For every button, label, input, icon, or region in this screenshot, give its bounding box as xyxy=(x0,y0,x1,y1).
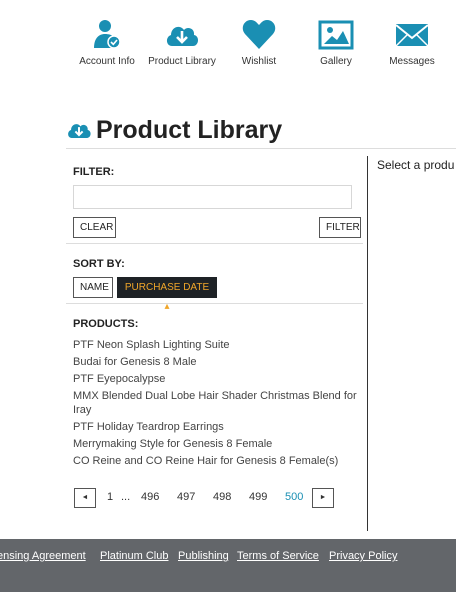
section-divider xyxy=(66,303,363,304)
nav-gallery[interactable]: Gallery xyxy=(296,18,376,67)
footer-link-licensing[interactable]: ensing Agreement xyxy=(0,550,86,562)
footer-link-terms[interactable]: Terms of Service xyxy=(237,550,319,562)
page-link[interactable]: 498 xyxy=(213,491,231,503)
page-link[interactable]: 496 xyxy=(141,491,159,503)
pagination: ◄ 1 ... 496 497 498 499 500 ► xyxy=(74,488,364,510)
nav-messages[interactable]: Messages xyxy=(372,18,452,67)
top-nav: Account Info Product Library Wishlist Ga… xyxy=(70,0,450,80)
nav-product-library[interactable]: Product Library xyxy=(142,18,222,67)
clear-button[interactable]: CLEAR xyxy=(73,217,116,238)
footer-link-privacy[interactable]: Privacy Policy xyxy=(329,550,397,562)
heart-icon xyxy=(242,20,276,49)
panel-divider xyxy=(367,156,368,531)
page-link[interactable]: 1 xyxy=(107,491,113,503)
cloud-download-icon xyxy=(68,124,91,138)
cloud-download-icon xyxy=(166,26,199,46)
footer-link-platinum-club[interactable]: Platinum Club xyxy=(100,550,168,562)
sort-label: SORT BY: xyxy=(73,258,125,270)
product-item[interactable]: Budai for Genesis 8 Male xyxy=(73,355,358,369)
product-item[interactable]: PTF Neon Splash Lighting Suite xyxy=(73,338,358,352)
product-item[interactable]: CO Reine and CO Reine Hair for Genesis 8… xyxy=(73,454,358,468)
account-user-icon xyxy=(94,20,121,49)
nav-account-info[interactable]: Account Info xyxy=(67,18,147,67)
nav-label: Messages xyxy=(389,56,435,67)
pagination-ellipsis: ... xyxy=(121,491,131,503)
section-divider xyxy=(66,243,363,244)
prev-page-button[interactable]: ◄ xyxy=(74,488,96,508)
page-title: Product Library xyxy=(96,116,283,144)
products-label: PRODUCTS: xyxy=(73,318,139,330)
nav-wishlist[interactable]: Wishlist xyxy=(219,18,299,67)
nav-label: Product Library xyxy=(148,56,216,67)
current-page[interactable]: 500 xyxy=(285,491,303,503)
product-list: PTF Neon Splash Lighting Suite Budai for… xyxy=(73,338,358,471)
page-link[interactable]: 497 xyxy=(177,491,195,503)
envelope-icon xyxy=(395,24,429,47)
nav-label: Gallery xyxy=(320,56,352,67)
nav-label: Account Info xyxy=(79,56,135,67)
filter-label: FILTER: xyxy=(73,166,115,178)
next-page-button[interactable]: ► xyxy=(312,488,334,508)
detail-placeholder: Select a produ xyxy=(377,158,455,172)
image-icon xyxy=(318,20,354,50)
page-link[interactable]: 499 xyxy=(249,491,267,503)
product-item[interactable]: MMX Blended Dual Lobe Hair Shader Christ… xyxy=(73,389,358,417)
filter-button[interactable]: FILTER xyxy=(319,217,361,238)
title-divider xyxy=(66,148,456,149)
product-item[interactable]: PTF Eyepocalypse xyxy=(73,372,358,386)
sort-name-button[interactable]: NAME xyxy=(73,277,113,298)
footer-link-publishing[interactable]: Publishing xyxy=(178,550,229,562)
footer: ensing Agreement Platinum Club Publishin… xyxy=(0,539,456,592)
nav-label: Wishlist xyxy=(241,56,277,67)
product-item[interactable]: PTF Holiday Teardrop Earrings xyxy=(73,420,358,434)
product-item[interactable]: Merrymaking Style for Genesis 8 Female xyxy=(73,437,358,451)
sort-purchase-date-button[interactable]: PURCHASE DATE ▴ xyxy=(117,277,217,312)
filter-input[interactable] xyxy=(73,185,352,209)
